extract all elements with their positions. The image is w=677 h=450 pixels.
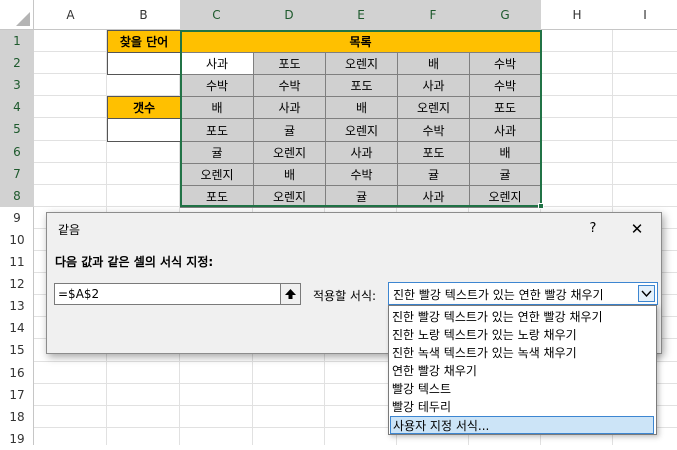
count-label[interactable]: 갯수 (107, 96, 181, 119)
chevron-down-icon (641, 290, 652, 298)
format-option[interactable]: 빨강 텍스트 (390, 380, 654, 398)
help-button[interactable]: ? (583, 219, 603, 239)
format-option[interactable]: 빨강 테두리 (390, 398, 654, 416)
fill-handle[interactable] (538, 203, 544, 209)
close-icon[interactable]: ✕ (627, 219, 647, 239)
dropdown-button[interactable] (638, 285, 655, 302)
format-select-value: 진한 빨강 텍스트가 있는 연한 빨강 채우기 (393, 288, 604, 302)
collapse-arrow-icon (285, 289, 296, 299)
collapse-dialog-button[interactable] (280, 283, 301, 305)
format-option[interactable]: 연한 빨강 채우기 (390, 362, 654, 380)
format-option[interactable]: 진한 빨강 텍스트가 있는 연한 빨강 채우기 (390, 308, 654, 326)
format-options-list[interactable]: 진한 빨강 텍스트가 있는 연한 빨강 채우기 진한 노랑 텍스트가 있는 노랑 … (388, 305, 657, 435)
apply-format-label: 적용할 서식: (313, 289, 377, 303)
format-option[interactable]: 진한 녹색 텍스트가 있는 녹색 채우기 (390, 344, 654, 362)
format-option[interactable]: 사용자 지정 서식... (390, 416, 654, 434)
format-option[interactable]: 진한 노랑 텍스트가 있는 노랑 채우기 (390, 326, 654, 344)
search-word-label[interactable]: 찾을 단어 (107, 30, 181, 53)
format-select[interactable]: 진한 빨강 텍스트가 있는 연한 빨강 채우기 (388, 282, 658, 305)
value-input[interactable] (54, 283, 281, 305)
search-word-cell[interactable] (107, 52, 181, 75)
count-cell[interactable] (107, 118, 181, 142)
dialog-instruction: 다음 값과 같은 셀의 서식 지정: (55, 255, 214, 269)
dialog-title: 같음 (58, 223, 81, 237)
selection-range-border (180, 30, 542, 207)
